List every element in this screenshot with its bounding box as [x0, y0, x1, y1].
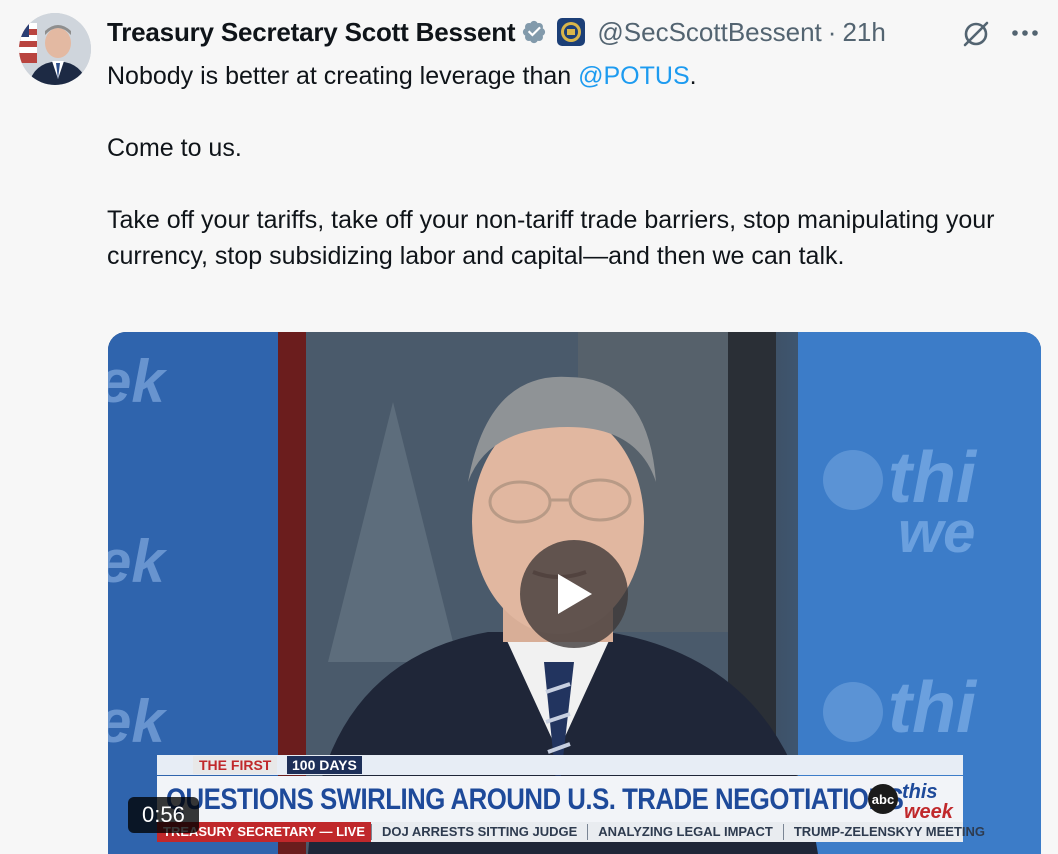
- lower-third-tag: THE FIRST: [193, 756, 278, 774]
- tweet-header: Treasury Secretary Scott Bessent @SecSco…: [107, 14, 1058, 50]
- svg-text:we: we: [898, 500, 975, 565]
- play-icon: [558, 574, 592, 614]
- svg-text:thi: thi: [888, 668, 978, 748]
- svg-text:ek: ek: [108, 688, 167, 755]
- mention-link[interactable]: @POTUS: [578, 62, 690, 90]
- tweet-text-intro: Nobody is better at creating leverage th…: [107, 62, 579, 90]
- seal-graphic: [561, 22, 582, 42]
- ticker-item: ANALYZING LEGAL IMPACT: [587, 824, 783, 840]
- video-duration-badge: 0:56: [128, 797, 199, 833]
- timestamp[interactable]: 21h: [842, 17, 885, 48]
- network-logo-text: abc: [872, 792, 894, 807]
- tweet-text: Nobody is better at creating leverage th…: [107, 58, 1037, 274]
- this-week-logo: abc this week: [868, 781, 954, 822]
- tweet-text-body: . Come to us. Take off your tariffs, tak…: [107, 62, 995, 270]
- grok-icon[interactable]: [960, 18, 992, 50]
- ticker-item: TRUMP-ZELENSKYY MEETING: [782, 824, 995, 840]
- separator: ·: [827, 16, 837, 47]
- author-avatar[interactable]: [19, 13, 91, 85]
- show-logo-this: this: [902, 781, 938, 803]
- ticker-item: DOJ ARRESTS SITTING JUDGE: [371, 824, 587, 840]
- author-handle[interactable]: @SecScottBessent: [597, 17, 821, 48]
- svg-text:ek: ek: [108, 528, 167, 595]
- svg-text:ek: ek: [108, 348, 167, 415]
- lower-third-strip: [157, 755, 963, 775]
- author-name[interactable]: Treasury Secretary Scott Bessent: [107, 17, 516, 48]
- lower-third-days: 100 DAYS: [287, 756, 362, 774]
- play-button[interactable]: [520, 540, 628, 648]
- more-options-icon[interactable]: [1008, 18, 1042, 48]
- verified-badge-icon[interactable]: [521, 19, 547, 45]
- news-ticker: TREASURY SECRETARY — LIVE DOJ ARRESTS SI…: [157, 822, 985, 842]
- treasury-seal-icon[interactable]: [557, 18, 586, 46]
- show-logo-week: week: [904, 801, 954, 822]
- video-headline: QUESTIONS SWIRLING AROUND U.S. TRADE NEG…: [166, 783, 904, 816]
- avatar-image: [19, 13, 91, 85]
